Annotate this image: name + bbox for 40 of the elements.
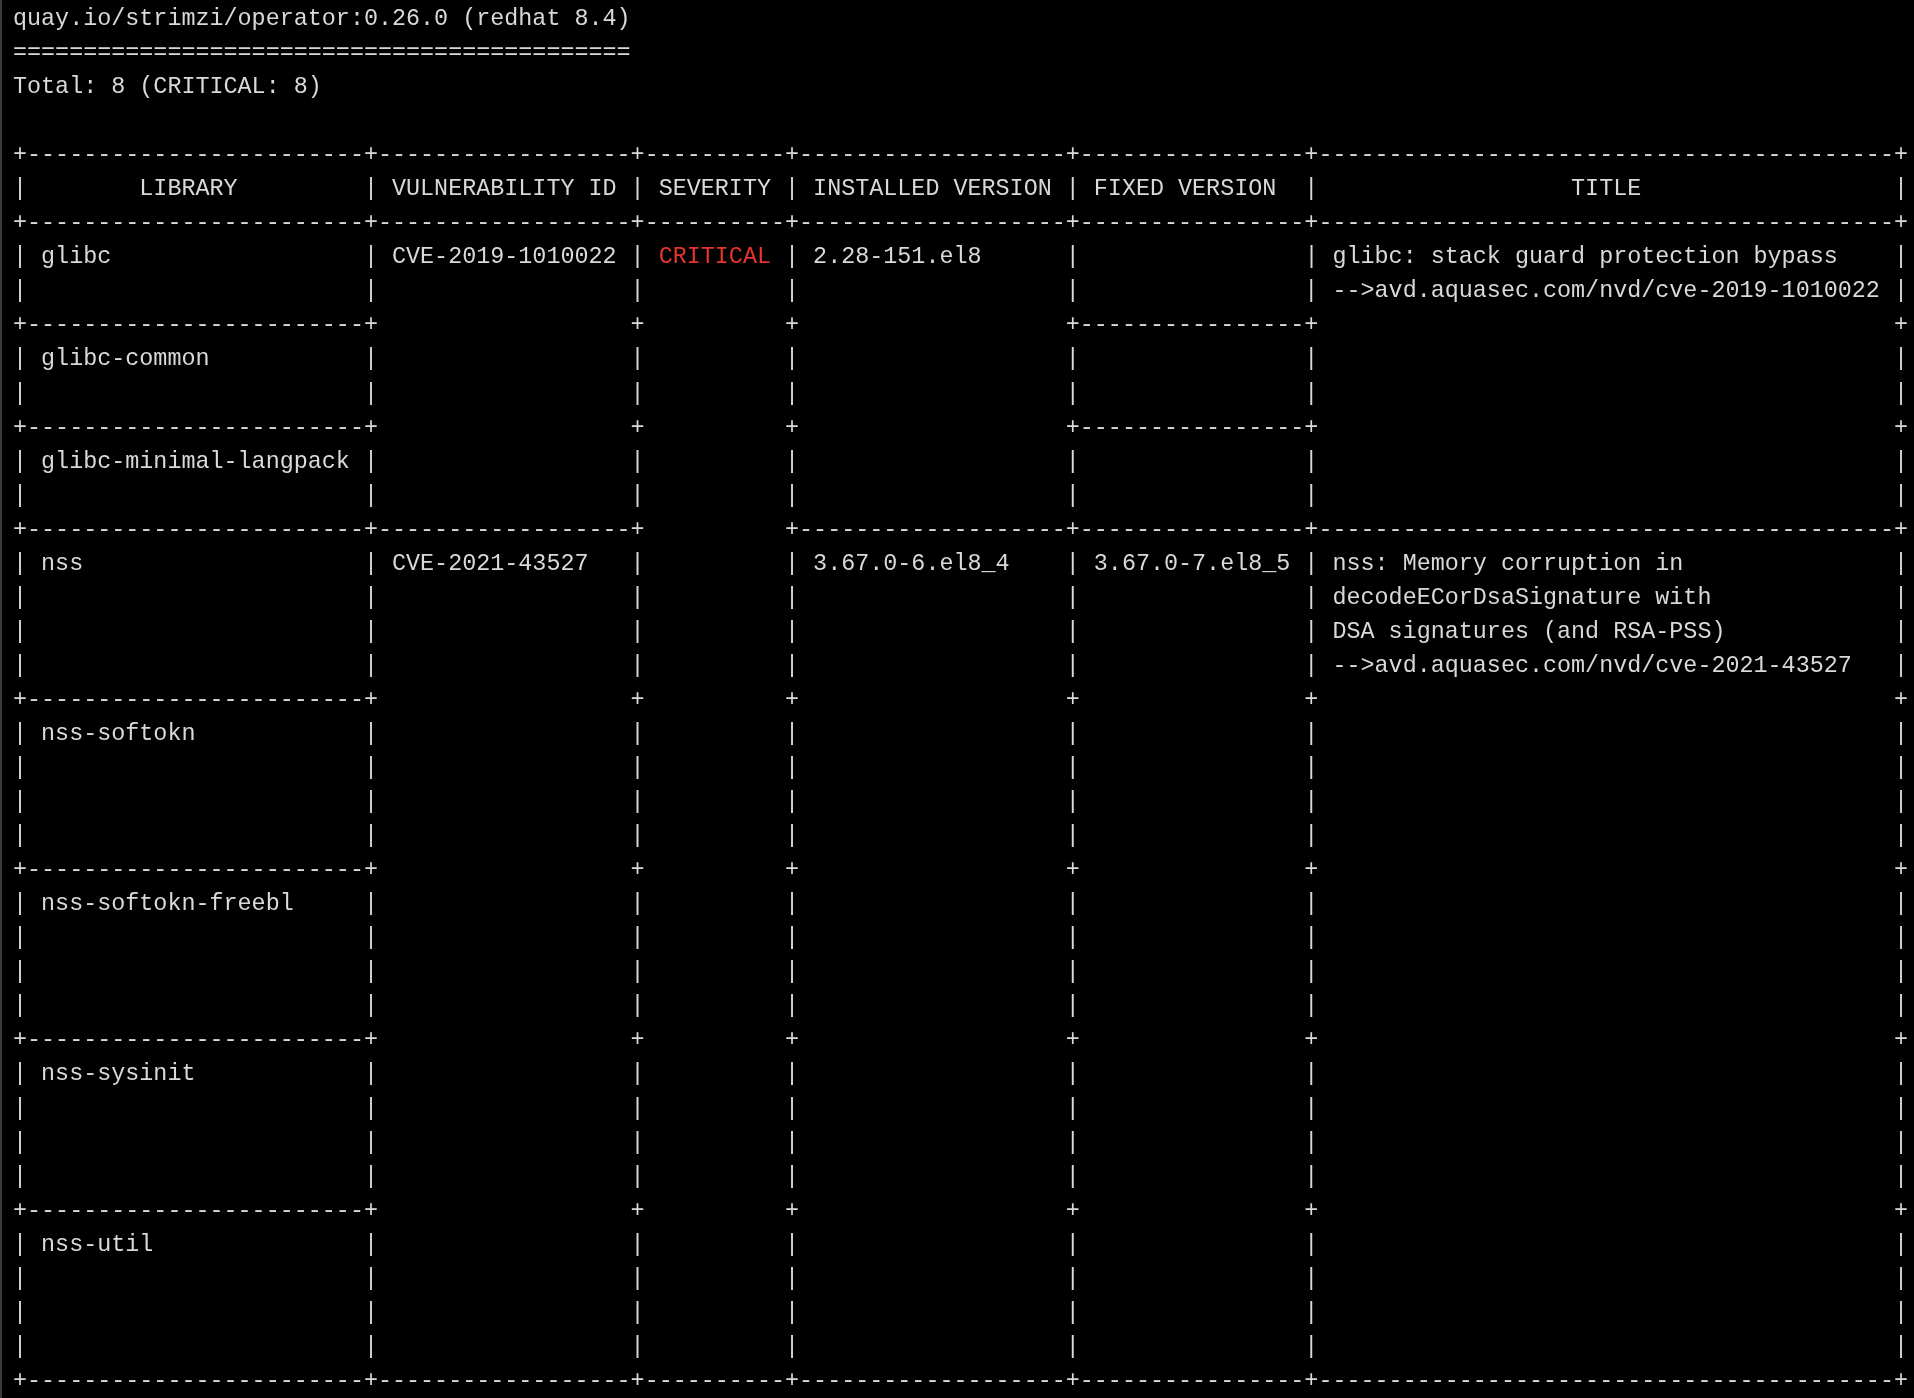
table-line: +------------------------+------------------+ +-------------------+----------------+-----------------------------------------+ <box>13 515 1908 545</box>
table-line: | glibc-common | | | | | | <box>13 345 1908 375</box>
table-line: | nss-softokn-freebl | | | | | | <box>13 890 1908 920</box>
table-line: | | | | | | | <box>13 1264 1908 1294</box>
table-line: +------------------------+ + + + + + <box>13 685 1908 715</box>
table-line: +------------------------+ + + +----------------+ + <box>13 413 1908 443</box>
table-line: +------------------------+ + + + + + <box>13 1196 1908 1226</box>
table-line: | | | | | | | <box>13 1128 1908 1158</box>
table-line: | | | | | | | <box>13 924 1908 954</box>
table-line: | glibc | CVE-2019-1010022 | CRITICAL | 2.28-151.el8 | | glibc: stack guard protection bypass | <box>13 243 1908 273</box>
table-line: | | | | | | | <box>13 754 1908 784</box>
table-line: | | | | | | | <box>13 822 1908 852</box>
table-line: | | | | | | | <box>13 481 1908 511</box>
table-line: +------------------------+------------------+----------+-------------------+----------------+-----------------------------------------+ <box>13 1366 1908 1396</box>
table-line: | glibc-minimal-langpack | | | | | | <box>13 447 1908 477</box>
table-line: | | | | | | | <box>13 1094 1908 1124</box>
table-line: | nss | CVE-2021-43527 | | 3.67.0-6.el8_4 | 3.67.0-7.el8_5 | nss: Memory corruption in | <box>13 549 1908 579</box>
table-line: | | | | | | | <box>13 992 1908 1022</box>
table-line: | | | | | | | <box>13 788 1908 818</box>
table-line: +------------------------+ + + + + + <box>13 1026 1908 1056</box>
table-line: | | | | | | | <box>13 1298 1908 1328</box>
terminal-line: ============================================ <box>13 39 631 69</box>
table-line: | | | | | | | <box>13 958 1908 988</box>
terminal-line: quay.io/strimzi/operator:0.26.0 (redhat 8.4) <box>13 5 631 34</box>
table-line: | nss-softokn | | | | | | <box>13 720 1908 749</box>
table-line: | nss-util | | | | | | <box>13 1230 1908 1260</box>
table-line: | | | | | | -->avd.aquasec.com/nvd/cve-2019-1010022 | <box>13 277 1908 307</box>
table-line: +------------------------+ + + +----------------+ + <box>13 311 1908 341</box>
table-line: | | | | | | DSA signatures (and RSA-PSS) | <box>13 617 1908 647</box>
table-line: | | | | | | | <box>13 379 1908 409</box>
table-line: | nss-sysinit | | | | | | <box>13 1060 1908 1090</box>
table-line: | LIBRARY | VULNERABILITY ID | SEVERITY | INSTALLED VERSION | FIXED VERSION | TITLE | <box>13 175 1908 205</box>
table-line: +------------------------+ + + + + + <box>13 856 1908 886</box>
terminal-line: Total: 8 (CRITICAL: 8) <box>13 73 322 103</box>
table-line: +------------------------+------------------+----------+-------------------+----------------+-----------------------------------------+ <box>13 141 1908 171</box>
table-line: +------------------------+------------------+----------+-------------------+----------------+-----------------------------------------+ <box>13 209 1908 239</box>
table-line: | | | | | | | <box>13 1332 1908 1362</box>
table-line: | | | | | | -->avd.aquasec.com/nvd/cve-2021-43527 | <box>13 651 1908 681</box>
table-line: | | | | | | | <box>13 1162 1908 1192</box>
table-line: | | | | | | decodeECorDsaSignature with | <box>13 583 1908 613</box>
